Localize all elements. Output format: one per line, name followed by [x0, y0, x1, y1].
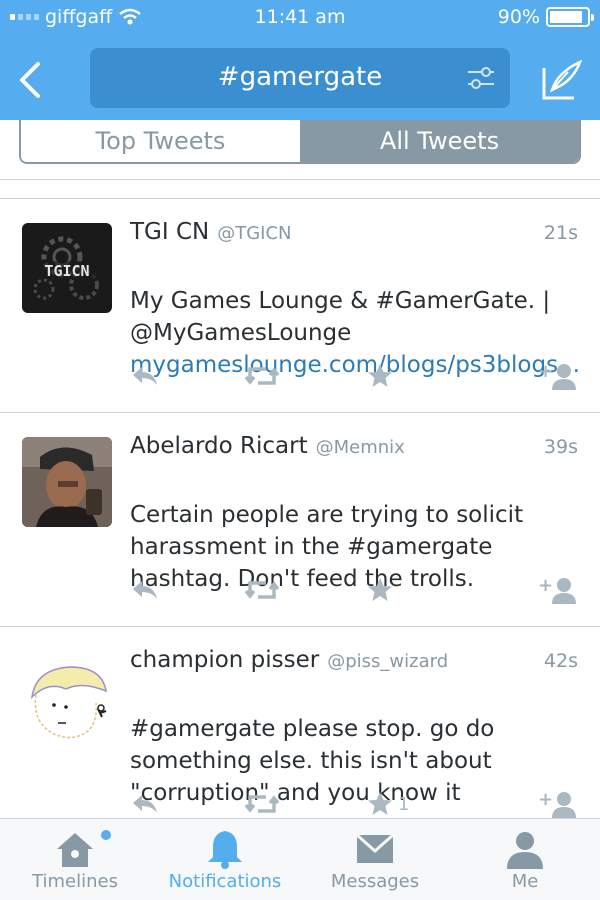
tab-label: Timelines	[32, 871, 118, 892]
retweet-icon	[244, 367, 280, 385]
reply-icon	[133, 795, 157, 813]
star-icon	[368, 792, 392, 815]
author-handle[interactable]: @Memnix	[316, 437, 405, 458]
back-button[interactable]	[12, 58, 52, 102]
reply-button[interactable]	[130, 789, 160, 818]
reply-button[interactable]	[130, 575, 160, 605]
tab-me[interactable]: Me	[450, 819, 600, 900]
avatar-gears-image: TGICN	[22, 236, 112, 300]
home-icon	[57, 833, 93, 867]
tweet-age: 39s	[543, 436, 578, 458]
favorite-count: 1	[398, 793, 410, 815]
follow-button[interactable]: +	[538, 361, 578, 391]
avatar-doodle-image	[30, 666, 107, 739]
retweet-button[interactable]	[244, 789, 280, 818]
envelope-icon	[356, 833, 394, 863]
tweet-actions: 1 +	[130, 789, 578, 818]
star-icon	[368, 364, 392, 387]
retweet-icon	[244, 795, 280, 813]
tweet-age: 42s	[543, 650, 578, 672]
segmented-control: Top Tweets All Tweets	[19, 120, 581, 164]
favorite-button[interactable]	[366, 575, 398, 605]
author-name[interactable]: Abelardo Ricart	[130, 433, 308, 459]
reply-icon	[133, 581, 157, 599]
reply-icon	[133, 367, 157, 385]
tab-notifications[interactable]: Notifications	[150, 819, 300, 900]
svg-text:TGICN: TGICN	[44, 262, 89, 280]
tab-bar: Timelines Notifications Messages Me	[0, 818, 600, 900]
compose-icon	[542, 59, 583, 100]
svg-text:+: +	[538, 575, 553, 596]
avatar[interactable]	[22, 437, 112, 527]
svg-text:+: +	[538, 361, 553, 382]
follow-button[interactable]: +	[538, 575, 578, 605]
tweet-age: 21s	[543, 222, 578, 244]
tweet-header: champion pisser @piss_wizard 42s	[130, 647, 578, 677]
chevron-left-icon	[20, 62, 40, 98]
person-icon	[507, 832, 543, 869]
tweet-header: Abelardo Ricart @Memnix 39s	[130, 433, 578, 463]
favorite-button[interactable]: 1	[366, 789, 409, 818]
battery-indicator: 90%	[497, 6, 594, 28]
tweet-list: TGICN TGI CN @TGICN 21s My Games Lounge …	[0, 198, 600, 818]
tab-label: Me	[511, 871, 539, 892]
tab-timelines[interactable]: Timelines	[0, 819, 150, 900]
top-bar: giffgaff 11:41 am 90% #gamergate	[0, 0, 600, 120]
tab-label: Messages	[330, 871, 420, 892]
segment-area: Top Tweets All Tweets	[0, 120, 600, 180]
compose-button[interactable]	[540, 58, 584, 102]
reply-button[interactable]	[130, 361, 160, 391]
tab-messages[interactable]: Messages	[300, 819, 450, 900]
add-user-icon: +	[538, 575, 576, 604]
unread-badge	[101, 830, 111, 840]
add-user-icon: +	[538, 361, 576, 390]
tweet-item[interactable]: Abelardo Ricart @Memnix 39s Certain peop…	[0, 413, 600, 627]
follow-button[interactable]: +	[538, 789, 578, 818]
author-handle[interactable]: @piss_wizard	[327, 651, 448, 672]
author-name[interactable]: TGI CN	[130, 219, 209, 245]
battery-percent: 90%	[497, 6, 540, 28]
bell-icon	[208, 831, 242, 869]
tab-all-tweets[interactable]: All Tweets	[300, 120, 579, 162]
avatar[interactable]: TGICN	[22, 223, 112, 313]
search-query: #gamergate	[217, 62, 383, 92]
tab-label: Notifications	[168, 871, 282, 892]
tweet-text: My Games Lounge & #GamerGate. | @MyGames…	[130, 288, 551, 346]
avatar[interactable]	[22, 651, 112, 741]
retweet-icon	[244, 581, 280, 599]
retweet-button[interactable]	[244, 575, 280, 605]
tweet-actions: +	[130, 575, 578, 605]
avatar-photo-image	[22, 437, 112, 527]
favorite-button[interactable]	[366, 361, 398, 391]
search-field[interactable]: #gamergate	[90, 48, 510, 108]
tab-top-tweets[interactable]: Top Tweets	[21, 120, 300, 162]
author-handle[interactable]: @TGICN	[217, 223, 291, 244]
tweet-item[interactable]: champion pisser @piss_wizard 42s #gamerg…	[0, 627, 600, 818]
tweet-header: TGI CN @TGICN 21s	[130, 219, 578, 249]
tweet-item[interactable]: TGICN TGI CN @TGICN 21s My Games Lounge …	[0, 199, 600, 413]
status-bar: giffgaff 11:41 am 90%	[0, 0, 600, 38]
battery-icon	[546, 7, 594, 27]
svg-text:+: +	[538, 789, 553, 810]
author-name[interactable]: champion pisser	[130, 647, 319, 673]
add-user-icon: +	[538, 789, 576, 818]
tweet-actions: +	[130, 361, 578, 391]
retweet-button[interactable]	[244, 361, 280, 391]
sliders-icon[interactable]	[466, 64, 496, 92]
star-icon	[368, 578, 392, 601]
